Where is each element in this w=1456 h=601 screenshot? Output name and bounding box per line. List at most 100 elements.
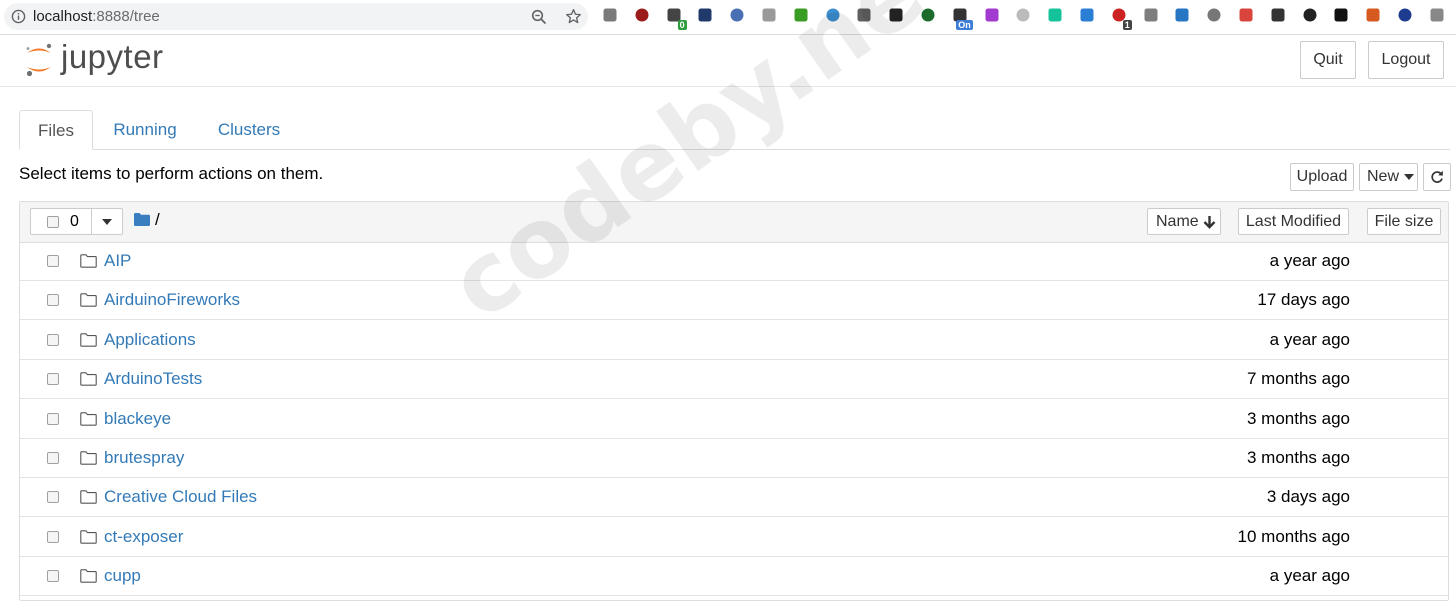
n-icon[interactable] [1396,6,1414,24]
file-row[interactable]: ArduinoTests 7 months ago [20,360,1448,400]
refresh-icon [1431,170,1443,183]
screenshot-icon[interactable] [824,6,842,24]
folder-name-link[interactable]: ct-exposer [104,527,183,547]
terminal-icon[interactable] [887,6,905,24]
info-icon[interactable] [11,9,26,24]
row-checkbox[interactable] [47,570,59,583]
last-modified: a year ago [1269,329,1350,349]
folder-name-link[interactable]: ArduinoTests [104,369,202,389]
file-row[interactable]: brutespray 3 months ago [20,439,1448,478]
last-modified: 10 months ago [1237,526,1350,546]
sort-by-last-modified-button[interactable]: Last Modified [1238,208,1349,235]
address-bar[interactable]: localhost:8888/tree [4,3,588,30]
file-row[interactable]: cupp a year ago [20,557,1448,597]
selected-count: 0 [70,213,79,230]
checker-icon[interactable] [1237,6,1255,24]
jupyter-wordmark: jupyter [61,38,164,75]
download-icon[interactable] [855,6,873,24]
logout-button[interactable]: Logout [1368,41,1444,79]
folder-name-link[interactable]: Creative Cloud Files [104,487,257,507]
last-modified: a year ago [1269,251,1350,270]
folder-icon [80,569,97,583]
file-row[interactable]: ct-exposer 10 months ago [20,518,1448,557]
extension-badge: 1 [1122,20,1132,30]
speaker-icon[interactable] [1332,6,1350,24]
select-menu-button[interactable] [91,209,123,234]
tab-clusters[interactable]: Clusters [207,110,291,149]
bookmark-star-icon[interactable] [565,8,582,25]
folder-name-link[interactable]: cupp [104,566,141,586]
y-icon[interactable] [696,6,714,24]
folder-icon [80,254,97,268]
row-checkbox[interactable] [47,255,59,267]
folder-name-link[interactable]: Applications [104,330,196,350]
jupyter-logo-icon [26,43,52,77]
folder-name-link[interactable]: AirduinoFireworks [104,290,240,310]
row-checkbox[interactable] [47,452,59,464]
last-modified: 3 days ago [1266,487,1350,507]
caret-down-icon [102,219,112,225]
breadcrumb-root[interactable]: / [155,210,160,230]
red-square-icon[interactable]: 1 [1110,6,1132,30]
arrow-icon[interactable] [1301,6,1319,24]
folder-icon [80,490,97,505]
folder-name-link[interactable]: AIP [104,251,131,271]
grammarly-icon[interactable] [1046,6,1064,24]
purple-circle-icon[interactable] [983,6,1001,24]
globe-icon[interactable] [728,6,746,24]
last-modified: 7 months ago [1246,369,1350,389]
url-text[interactable]: localhost:8888/tree [33,8,160,25]
window-icon[interactable]: On [951,6,973,30]
row-checkbox[interactable] [47,333,59,346]
ublock-icon[interactable] [633,6,651,24]
location-pin-icon[interactable] [792,6,810,24]
file-row[interactable]: blackeye 3 months ago [20,400,1448,439]
file-row[interactable]: AirduinoFireworks 17 days ago [20,281,1448,321]
upload-button[interactable]: Upload [1290,163,1354,191]
tag-icon[interactable] [1205,6,1223,24]
file-list: 0 / Name Last Modified File size AIP a ye… [19,201,1449,601]
folder-name-link[interactable]: brutespray [104,448,184,468]
file-row[interactable]: Applications a year ago [20,321,1448,360]
row-checkbox[interactable] [47,491,59,504]
quit-button[interactable]: Quit [1300,41,1356,79]
wave-icon[interactable] [1078,6,1096,24]
file-list-header: 0 / Name Last Modified File size [20,202,1448,243]
refresh-button[interactable] [1423,163,1451,191]
tab-files[interactable]: Files [19,110,93,150]
select-all-checkbox[interactable] [47,216,59,228]
puzzle-icon[interactable] [601,6,619,24]
jupyter-header: jupyter Quit Logout [0,35,1456,87]
url-path: :8888/tree [92,8,160,25]
disc-icon[interactable] [760,6,778,24]
new-dropdown-button[interactable]: New [1359,163,1418,191]
row-checkbox[interactable] [47,294,59,307]
zoom-icon[interactable] [531,9,547,25]
scissors-icon[interactable]: 0 [665,6,687,30]
line-icon[interactable] [1364,6,1382,24]
instructions-text: Select items to perform actions on them. [19,164,324,183]
last-modified: 3 months ago [1246,448,1350,467]
sort-by-file-size-button[interactable]: File size [1367,208,1441,235]
ink-icon[interactable] [1014,6,1032,24]
file-row[interactable]: Creative Cloud Files 3 days ago [20,478,1448,518]
row-checkbox[interactable] [47,530,59,543]
sort-by-name-button[interactable]: Name [1147,208,1221,235]
folder-name-link[interactable]: blackeye [104,409,171,429]
bw-icon[interactable] [919,6,937,24]
row-checkbox[interactable] [47,412,59,425]
tab-running[interactable]: Running [103,110,187,149]
drive-icon[interactable] [1142,6,1160,24]
folder-open-icon[interactable] [134,213,150,226]
camera-icon[interactable] [1428,6,1446,24]
last-modified: a year ago [1269,566,1350,586]
jupyter-logo[interactable]: jupyter [24,38,164,80]
file-row[interactable]: AIP a year ago [20,242,1448,281]
sort-name-label: Name [1156,212,1199,230]
graduation-cap-icon[interactable] [1269,6,1287,24]
folder-icon [80,411,97,426]
last-modified: 17 days ago [1257,290,1350,310]
row-checkbox[interactable] [47,373,59,386]
extension-badge: 0 [677,20,687,30]
eye-icon[interactable] [1173,6,1191,24]
